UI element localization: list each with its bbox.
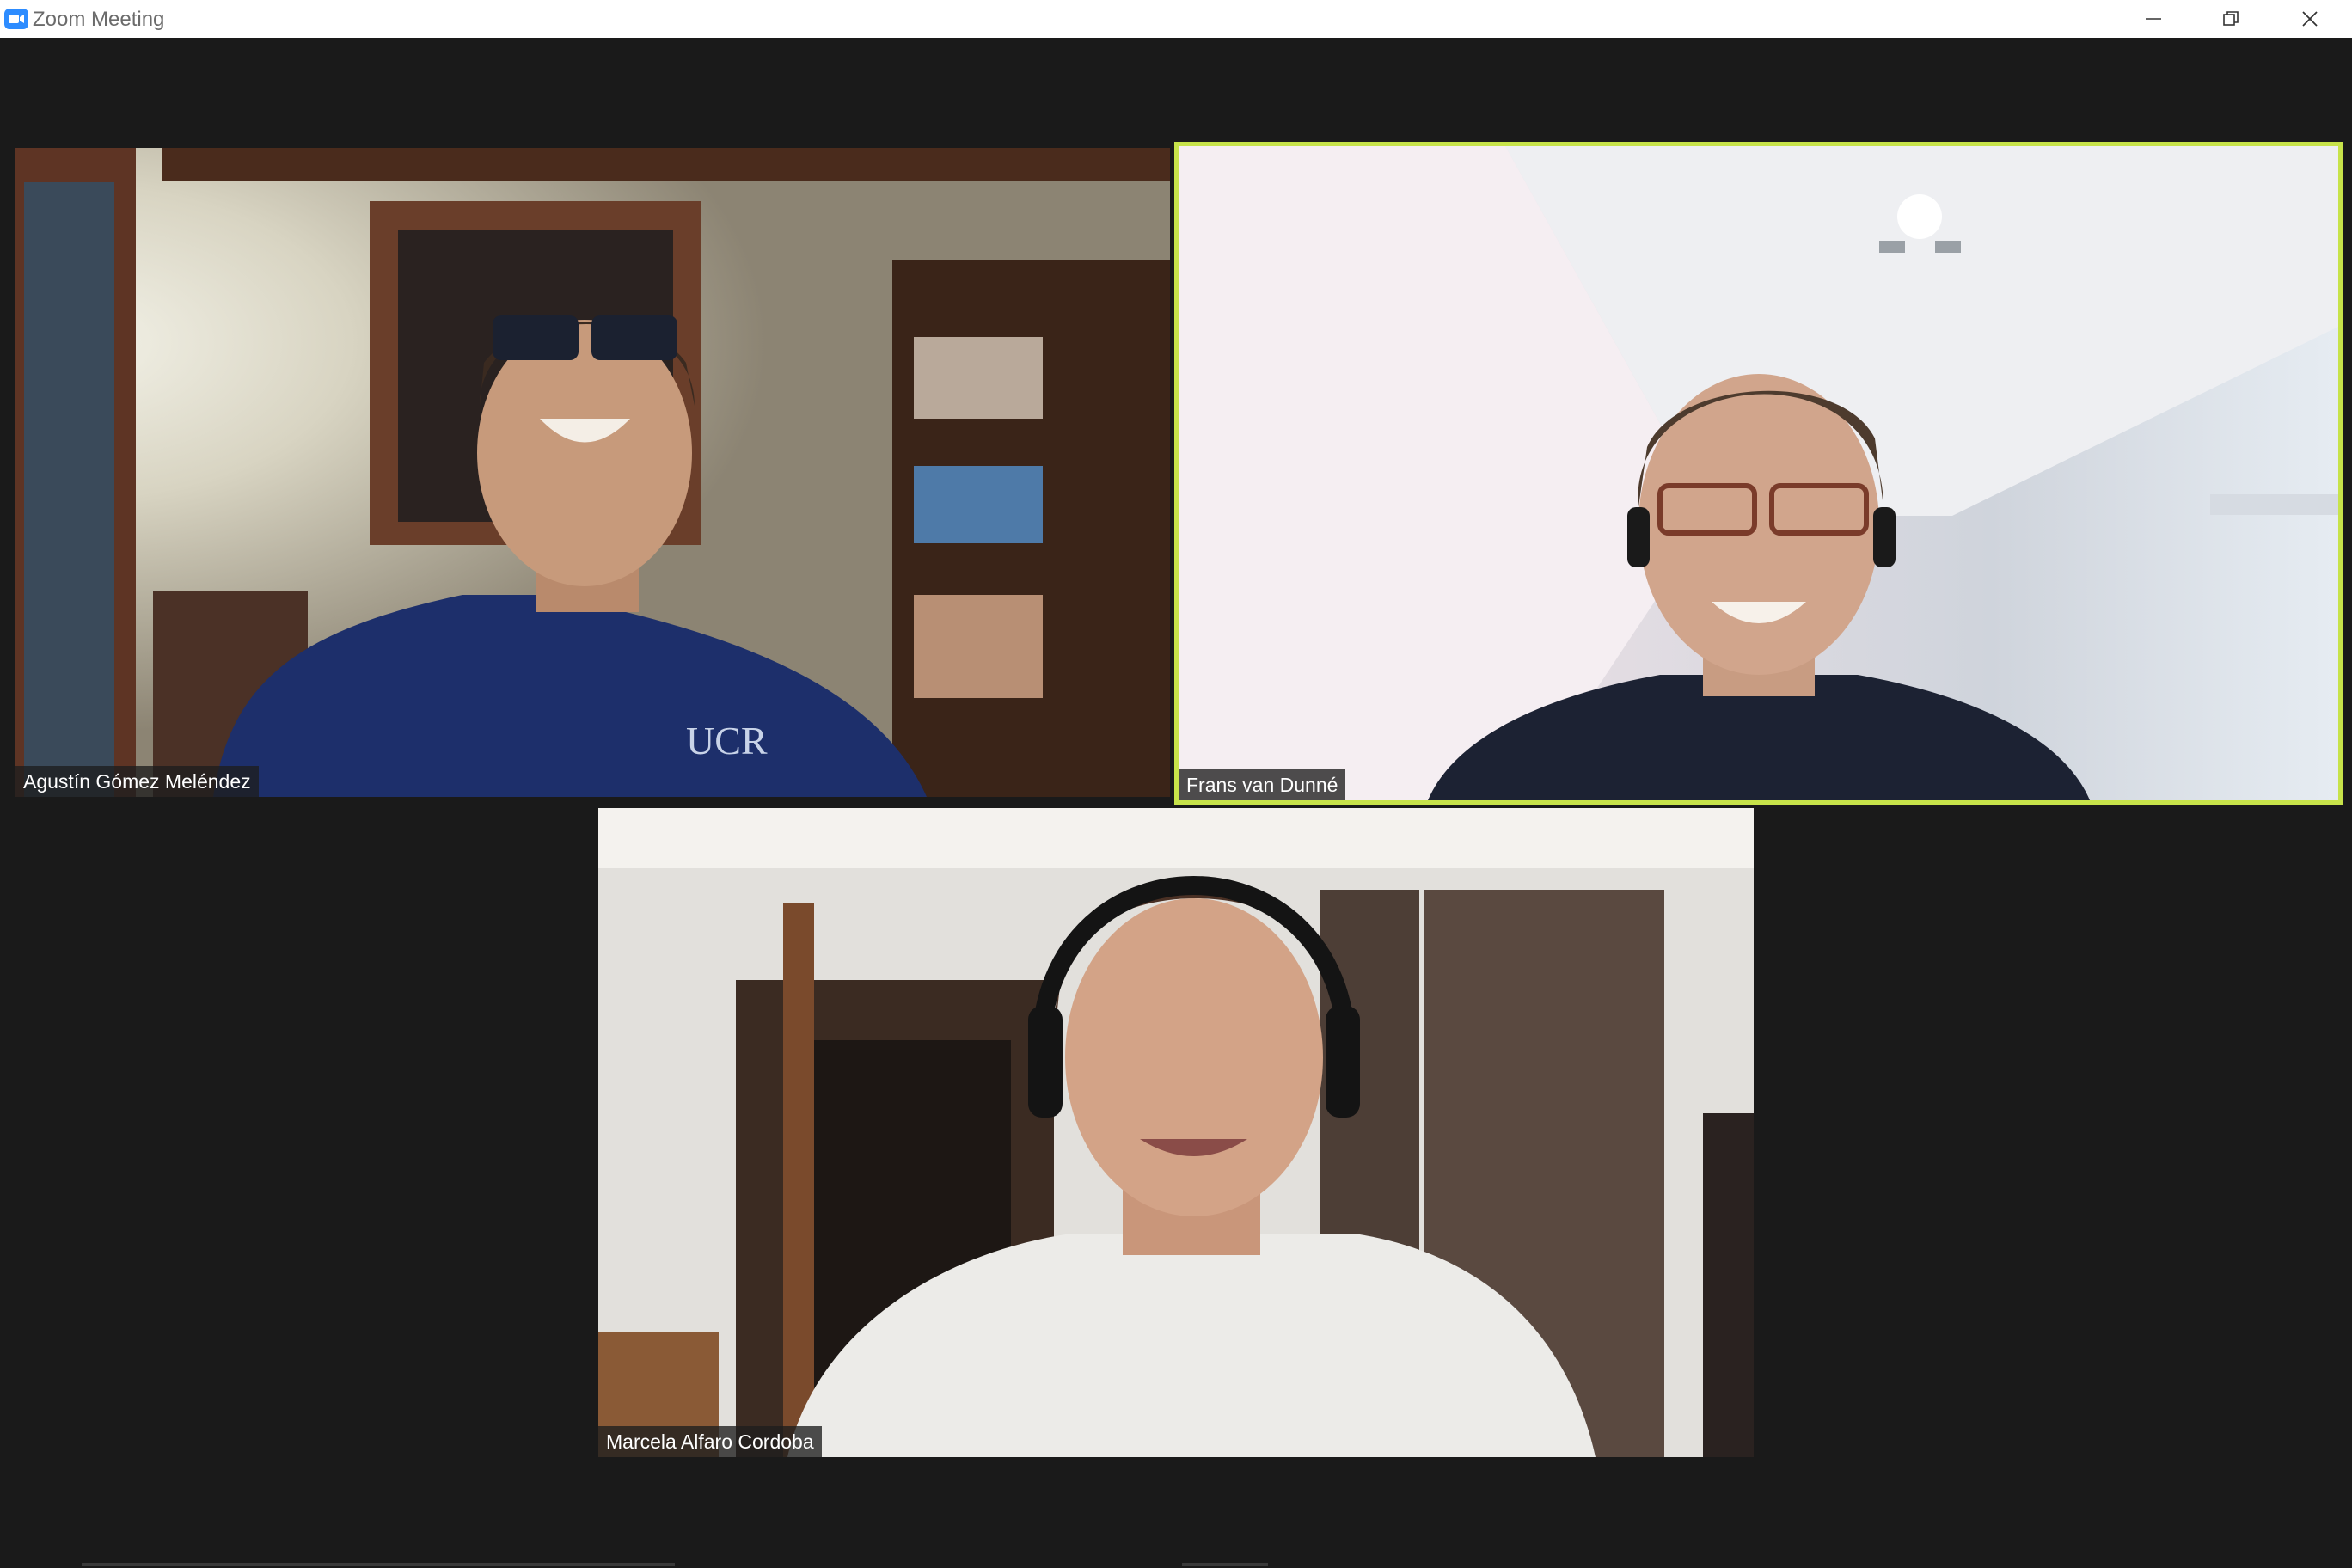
close-button[interactable]: [2271, 0, 2349, 38]
bottom-divider: [82, 1563, 675, 1566]
restore-icon: [2223, 11, 2239, 26]
video-tile-participant-1[interactable]: UCR Agustín Gómez Meléndez: [15, 148, 1170, 797]
video-tile-participant-3[interactable]: Marcela Alfaro Cordoba: [598, 808, 1754, 1457]
participant-3-video: [598, 808, 1754, 1457]
title-bar: Zoom Meeting: [0, 0, 2352, 38]
restore-button[interactable]: [2192, 0, 2269, 38]
minimize-icon: [2146, 18, 2161, 20]
participant-name-label: Frans van Dunné: [1179, 769, 1346, 800]
participant-2-video: [1179, 146, 2338, 800]
participant-name-label: Marcela Alfaro Cordoba: [598, 1426, 822, 1457]
zoom-app-icon: [4, 9, 28, 29]
participant-name-label: Agustín Gómez Meléndez: [15, 766, 259, 797]
close-icon: [2302, 11, 2318, 27]
shirt-logo: UCR: [686, 719, 768, 763]
minimize-button[interactable]: [2115, 0, 2192, 38]
video-tile-participant-2-active-speaker[interactable]: Frans van Dunné: [1174, 142, 2343, 805]
participant-1-video: UCR: [15, 148, 1170, 797]
window-title: Zoom Meeting: [33, 8, 165, 31]
bottom-divider: [1182, 1563, 1268, 1566]
